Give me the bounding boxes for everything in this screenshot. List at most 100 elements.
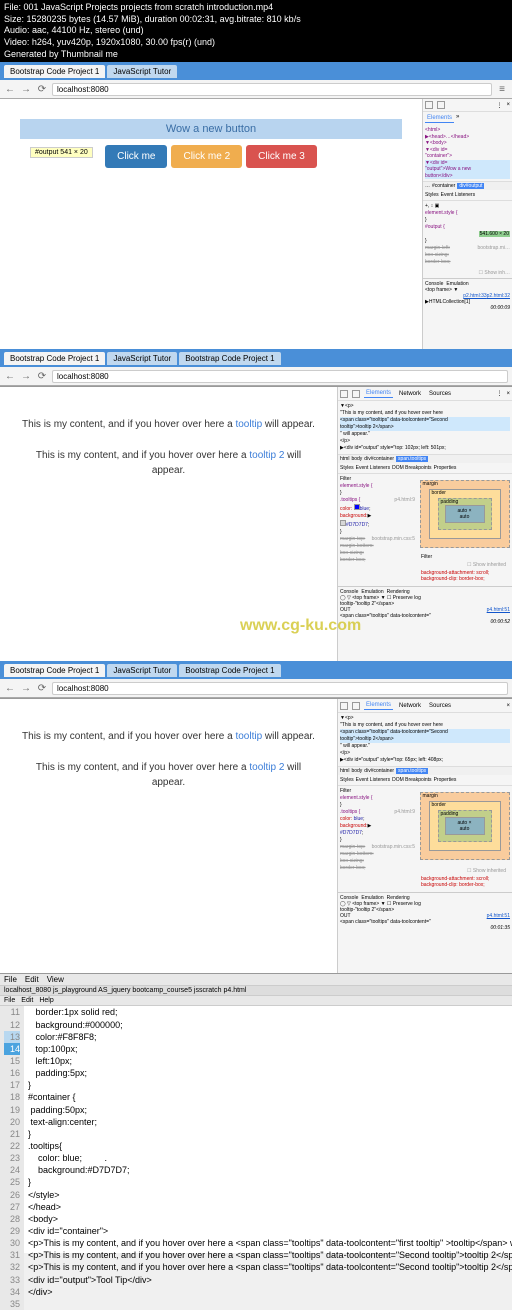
- screenshot-1: Bootstrap Code Project 1 JavaScript Tuto…: [0, 62, 512, 349]
- url-bar[interactable]: localhost:8080: [52, 370, 508, 383]
- event-listeners-tab[interactable]: Event Listeners: [441, 192, 475, 198]
- close-icon[interactable]: ×: [506, 391, 510, 397]
- breadcrumb[interactable]: … #container div#output: [423, 181, 512, 190]
- devtools-panel: Elements Network Sources × ▼<p> "This is…: [337, 699, 512, 973]
- browser-chrome: Bootstrap Code Project 1 JavaScript Tuto…: [0, 62, 512, 99]
- output-banner: Wow a new button: [20, 119, 402, 139]
- device-icon[interactable]: [352, 390, 360, 398]
- tooltip-span-2[interactable]: tooltip 2: [249, 762, 284, 773]
- click-me-button-1[interactable]: Click me: [105, 145, 167, 168]
- menu-icon[interactable]: ≡: [496, 83, 508, 95]
- back-icon[interactable]: ←: [4, 682, 16, 694]
- browser-tab[interactable]: Bootstrap Code Project 1: [4, 352, 105, 365]
- more-icon[interactable]: ⋮: [496, 102, 502, 109]
- url-bar[interactable]: localhost:8080: [52, 83, 492, 96]
- forward-icon[interactable]: →: [20, 682, 32, 694]
- forward-icon[interactable]: →: [20, 83, 32, 95]
- screenshot-3: Bootstrap Code Project 1 JavaScript Tuto…: [0, 661, 512, 973]
- browser-tab[interactable]: Bootstrap Code Project 1: [179, 664, 280, 677]
- close-icon[interactable]: ×: [506, 102, 510, 108]
- code-area[interactable]: border:1px solid red; background:#000000…: [24, 1006, 512, 1310]
- toolbar-edit[interactable]: Edit: [21, 997, 33, 1004]
- inspect-icon[interactable]: [425, 101, 433, 109]
- dom-breakpoints-tab[interactable]: DOM Breakpoints: [392, 777, 431, 783]
- styles-pane[interactable]: +, ↕ ▣ element.style { } #output { 541.6…: [423, 201, 512, 268]
- editor-body[interactable]: 1112131415161718192021222324252627282930…: [0, 1006, 512, 1310]
- browser-tab[interactable]: JavaScript Tutor: [107, 664, 177, 677]
- console-drawer: Console Emulation <top frame> ▼ p2.html:…: [423, 278, 512, 313]
- back-icon[interactable]: ←: [4, 370, 16, 382]
- properties-tab[interactable]: Properties: [434, 465, 457, 471]
- browser-tab[interactable]: Bootstrap Code Project 1: [179, 352, 280, 365]
- code-editor: File Edit View localhost_8080 js_playgro…: [0, 973, 512, 1253]
- click-me-button-3[interactable]: Click me 3: [246, 145, 317, 168]
- close-icon[interactable]: ×: [506, 703, 510, 709]
- inspect-icon[interactable]: [340, 702, 348, 710]
- browser-tab-2[interactable]: JavaScript Tutor: [107, 65, 177, 78]
- styles-tab[interactable]: Styles: [340, 777, 354, 783]
- sources-tab[interactable]: Sources: [427, 702, 453, 710]
- console-drawer: Console Emulation Rendering ◯ ▽ <top fra…: [338, 892, 512, 933]
- dom-tree[interactable]: ▼<p> "This is my content, and if you hov…: [338, 401, 512, 454]
- back-icon[interactable]: ←: [4, 83, 16, 95]
- elements-tab[interactable]: Elements: [364, 701, 393, 710]
- tooltip-span-1[interactable]: tooltip: [235, 731, 262, 742]
- devtools-panel: Elements Network Sources ⋮ × ▼<p> "This …: [337, 387, 512, 661]
- console-drawer: Console Emulation Rendering ◯ ▽ <top fra…: [338, 586, 512, 627]
- dom-breakpoints-tab[interactable]: DOM Breakpoints: [392, 465, 431, 471]
- styles-tabs: Styles Event Listeners: [423, 190, 512, 201]
- reload-icon[interactable]: ⟳: [36, 83, 48, 95]
- page-content: This is my content, and if you hover ove…: [0, 699, 337, 973]
- breadcrumb[interactable]: html body div#container span.tooltips: [338, 766, 512, 775]
- toolbar-file[interactable]: File: [4, 997, 15, 1004]
- menu-file[interactable]: File: [4, 975, 17, 984]
- more-icon[interactable]: ⋮: [496, 390, 502, 397]
- content-paragraph-2: This is my content, and if you hover ove…: [20, 760, 317, 790]
- properties-tab[interactable]: Properties: [434, 777, 457, 783]
- event-listeners-tab[interactable]: Event Listeners: [356, 777, 390, 783]
- browser-tab[interactable]: Bootstrap Code Project 1: [4, 664, 105, 677]
- menu-edit[interactable]: Edit: [25, 975, 39, 984]
- network-tab[interactable]: Network: [397, 702, 423, 710]
- styles-pane[interactable]: Filter element.style { } .tooltips {p4.h…: [338, 474, 417, 586]
- event-listeners-tab[interactable]: Event Listeners: [356, 465, 390, 471]
- styles-tab[interactable]: Styles: [340, 465, 354, 471]
- menu-view[interactable]: View: [47, 975, 64, 984]
- dom-tree[interactable]: <html> ▶<head>…</head> ▼<body> ▼<div id=…: [423, 125, 512, 181]
- screenshot-2: Bootstrap Code Project 1 JavaScript Tuto…: [0, 349, 512, 661]
- network-tab[interactable]: Network: [397, 390, 423, 398]
- elements-tab[interactable]: Elements: [425, 114, 454, 123]
- click-me-button-2[interactable]: Click me 2: [171, 145, 242, 168]
- styles-tab[interactable]: Styles: [425, 192, 439, 198]
- dom-tree[interactable]: ▼<p> "This is my content, and if you hov…: [338, 713, 512, 766]
- editor-tab-path[interactable]: localhost_8080 js_playground AS_jquery b…: [0, 986, 512, 996]
- tooltip-span-2[interactable]: tooltip 2: [249, 450, 284, 461]
- reload-icon[interactable]: ⟳: [36, 682, 48, 694]
- tooltip-span-1[interactable]: tooltip: [235, 419, 262, 430]
- box-model: margin border padding auto × auto ☐ Show…: [417, 786, 512, 892]
- reload-icon[interactable]: ⟳: [36, 370, 48, 382]
- url-bar[interactable]: localhost:8080: [52, 682, 508, 695]
- elements-tab[interactable]: Elements: [364, 389, 393, 398]
- console-output[interactable]: <top frame> ▼ p2.html:32 p2.html:33 ▶HTM…: [425, 287, 510, 311]
- tab-overflow-icon[interactable]: »: [456, 114, 459, 123]
- sources-tab[interactable]: Sources: [427, 390, 453, 398]
- content-paragraph-2: This is my content, and if you hover ove…: [20, 448, 317, 478]
- box-model: margin border padding auto × auto Filter…: [417, 474, 512, 586]
- browser-tab[interactable]: JavaScript Tutor: [107, 352, 177, 365]
- device-icon[interactable]: [352, 702, 360, 710]
- video-metadata: File: 001 JavaScript Projects projects f…: [0, 0, 512, 62]
- show-inherited[interactable]: ☐ Show inh…: [423, 268, 512, 278]
- inspector-size-label: #output 541 × 20: [30, 147, 93, 158]
- content-paragraph-1: This is my content, and if you hover ove…: [20, 729, 317, 744]
- devtools-panel: ⋮ × Elements » <html> ▶<head>…</head> ▼<…: [422, 99, 512, 349]
- styles-tabs: Styles Event Listeners DOM Breakpoints P…: [338, 463, 512, 474]
- forward-icon[interactable]: →: [20, 370, 32, 382]
- styles-pane[interactable]: Filter element.style { } .tooltips {p4.h…: [338, 786, 417, 892]
- device-icon[interactable]: [437, 101, 445, 109]
- inspect-icon[interactable]: [340, 390, 348, 398]
- editor-menubar: File Edit View: [0, 974, 512, 986]
- toolbar-help[interactable]: Help: [39, 997, 53, 1004]
- breadcrumb[interactable]: html body div#container span.tooltips: [338, 454, 512, 463]
- browser-tab-1[interactable]: Bootstrap Code Project 1: [4, 65, 105, 78]
